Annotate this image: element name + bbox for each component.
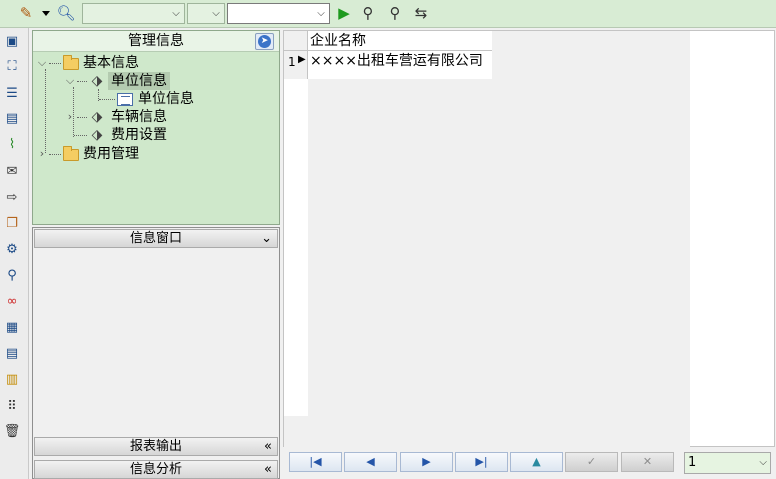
grid-empty-area: [492, 31, 690, 416]
tree-line: [49, 154, 61, 155]
report-output-header[interactable]: 报表输出 «: [34, 437, 278, 456]
expand-toggle[interactable]: ›: [37, 145, 47, 163]
info-window-title: 信息窗口: [129, 231, 182, 246]
report-output-title: 报表输出: [129, 439, 182, 454]
tree-line: [77, 81, 87, 82]
find-next-icon[interactable]: ⚲: [385, 3, 405, 23]
grid-corner: [284, 31, 308, 51]
info-window-header[interactable]: 信息窗口 ⌄: [34, 229, 278, 248]
folder-icon: [63, 55, 79, 70]
search-person-icon[interactable]: ⚲: [3, 267, 21, 285]
chevron-down-icon: ⌵: [212, 8, 220, 19]
tree-line: [49, 63, 61, 64]
last-record-button[interactable]: ▶|: [455, 452, 508, 472]
expand-toggle[interactable]: ⌵: [65, 72, 75, 90]
expand-toggle[interactable]: ⌵: [37, 54, 47, 72]
tree-line: [99, 99, 115, 100]
tree-node-basic-info[interactable]: 基本信息: [83, 54, 139, 72]
data-grid: 企业名称 1 ▶ ××××出租车营运有限公司: [283, 30, 775, 447]
export-icon[interactable]: ⇨: [3, 189, 21, 207]
pencil-icon[interactable]: ✎: [16, 3, 36, 23]
expand-toggle[interactable]: ›: [65, 108, 75, 126]
insert-record-button[interactable]: ▲: [510, 452, 563, 472]
row-indicator[interactable]: 1 ▶: [284, 51, 308, 79]
chevron-double-left-icon[interactable]: «: [264, 438, 272, 456]
prior-record-button[interactable]: ◀: [344, 452, 397, 472]
row-number: 1: [288, 55, 296, 69]
info-analysis-header[interactable]: 信息分析 «: [34, 460, 278, 479]
link-icon[interactable]: ∞: [3, 293, 21, 311]
post-button[interactable]: ✓: [565, 452, 618, 472]
chevron-down-icon: ⌵: [172, 8, 180, 19]
refresh-icon[interactable]: ⇆: [411, 3, 431, 23]
tag-icon: ⬗: [91, 109, 103, 125]
tree-line: [45, 69, 46, 153]
document-icon[interactable]: ▤: [3, 110, 21, 128]
tree-node-fee-settings[interactable]: 费用设置: [111, 126, 167, 144]
table-icon: [117, 93, 133, 106]
preview-icon[interactable]: 🔍︎: [56, 3, 76, 23]
tree-line: [77, 117, 87, 118]
chevron-double-left-icon[interactable]: «: [264, 461, 272, 479]
cancel-button[interactable]: ✕: [621, 452, 674, 472]
tree-node-vehicle-info[interactable]: 车辆信息: [111, 108, 167, 126]
info-analysis-title: 信息分析: [129, 462, 182, 477]
navigator-bar: |◀ ◀ ▶ ▶| ▲ ✓ ✕ 1 ⌵: [283, 448, 776, 479]
tree-node-fee-management[interactable]: 费用管理: [83, 145, 139, 163]
grid-empty-area: [308, 79, 492, 416]
window-icon[interactable]: ▣: [3, 33, 21, 51]
page-select-value: 1: [688, 455, 697, 470]
management-panel-title: 管理信息: [33, 31, 279, 52]
tree-line: [74, 135, 87, 136]
grid-empty-area: [284, 416, 690, 447]
column-header[interactable]: 企业名称: [308, 31, 492, 51]
settings-icon[interactable]: ⚙: [3, 241, 21, 259]
tree-icon[interactable]: ⛶: [3, 58, 21, 76]
grid-report-icon[interactable]: ▦: [3, 319, 21, 337]
folder-icon: [63, 146, 79, 161]
toolbar: ✎ 🔍︎ ⌵ ⌵ ⌵ ▶ ⚲ ⚲ ⇆: [0, 0, 776, 28]
search-value-combo[interactable]: ⌵: [227, 3, 330, 24]
collapse-panel-button[interactable]: ➤: [255, 33, 274, 50]
first-record-button[interactable]: |◀: [289, 452, 342, 472]
info-window-panel: 信息窗口 ⌄ 报表输出 « 信息分析 «: [32, 227, 280, 479]
chevron-double-down-icon[interactable]: ⌄: [261, 230, 272, 248]
tag-icon: ⬗: [91, 73, 103, 89]
chevron-right-icon: ➤: [258, 35, 271, 48]
current-row-arrow-icon: ▶: [298, 54, 306, 65]
operator-combo[interactable]: ⌵: [187, 3, 225, 24]
grid-dots-icon[interactable]: ⠿: [3, 398, 21, 416]
dropdown-arrow-icon[interactable]: [42, 11, 50, 16]
next-record-button[interactable]: ▶: [400, 452, 453, 472]
list-icon[interactable]: ☰: [3, 85, 21, 103]
chevron-down-icon: ⌵: [317, 8, 325, 19]
tree-node-unit-info[interactable]: 单位信息: [138, 90, 194, 108]
tag-icon: ⬗: [91, 127, 103, 143]
filter-combo[interactable]: ⌵: [82, 3, 185, 24]
run-icon[interactable]: ▶: [334, 3, 354, 23]
left-icon-strip: ▣ ⛶ ☰ ▤ ⌇ ✉ ⇨ ❐ ⚙ ⚲ ∞ ▦ ▤ ▥ ⠿ 🗑︎: [0, 28, 29, 479]
chevron-down-icon: ⌵: [759, 457, 767, 468]
chart-icon[interactable]: ⌇: [3, 136, 21, 154]
sheet-icon[interactable]: ▥: [3, 371, 21, 389]
find-icon[interactable]: ⚲: [358, 3, 378, 23]
management-panel: 管理信息 ➤ ⌵ 基本信息 ⌵ ⬗ 单位信息 单位信息 › ⬗ 车辆信息 ⬗ 费…: [32, 30, 280, 225]
page-select[interactable]: 1 ⌵: [684, 452, 771, 474]
copy-icon[interactable]: ❐: [3, 215, 21, 233]
doc-settings-icon[interactable]: ▤: [3, 345, 21, 363]
tree-node-unit-info-group[interactable]: 单位信息: [108, 72, 170, 90]
table-cell[interactable]: ××××出租车营运有限公司: [308, 51, 492, 71]
trash-icon[interactable]: 🗑︎: [3, 423, 21, 441]
mail-icon[interactable]: ✉: [3, 163, 21, 181]
